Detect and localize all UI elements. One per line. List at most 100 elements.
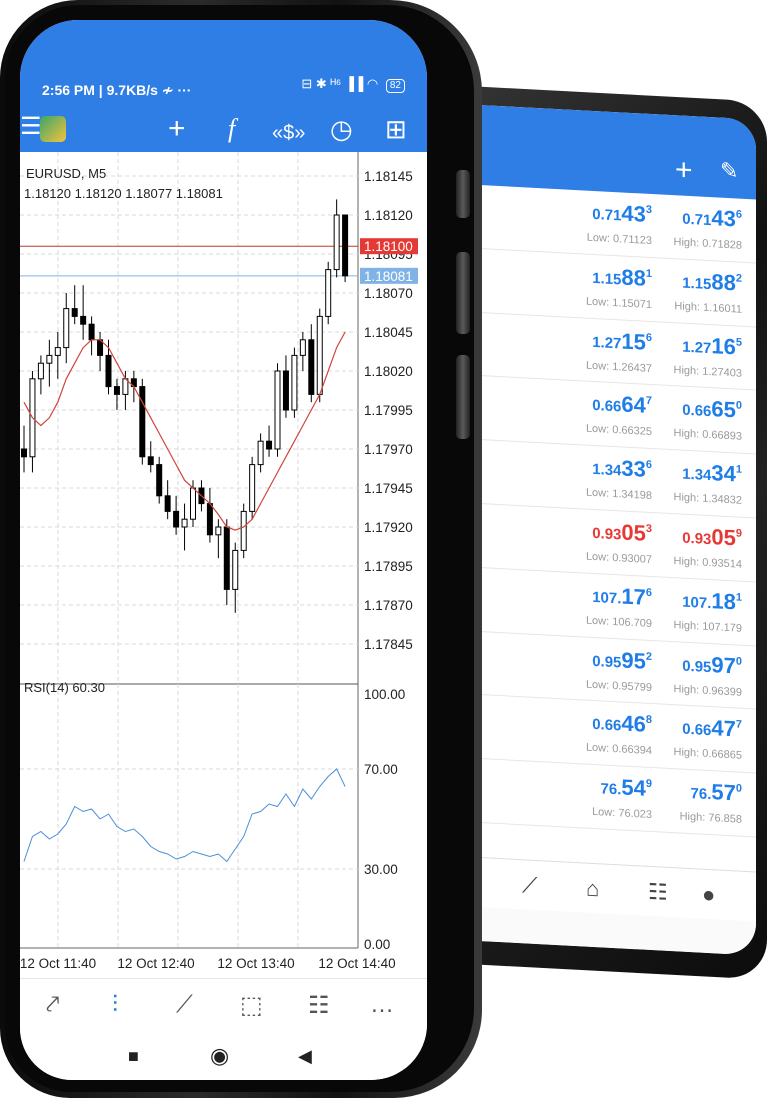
chat-icon[interactable]: ● xyxy=(702,882,715,909)
high-label: High: 1.16011 xyxy=(674,300,742,316)
ask-price-part: 0 xyxy=(735,399,742,413)
bid-price: 0.95952 xyxy=(586,645,652,678)
ask-price-part: 7 xyxy=(735,718,742,732)
ask-price-part: 0 xyxy=(735,655,742,668)
ask-price-part: 57 xyxy=(711,779,736,806)
candle-body xyxy=(299,339,306,356)
bid-cell: 0.66647 Low: 0.66325 xyxy=(586,390,652,440)
rsi-tick-label: 30.00 xyxy=(364,862,398,877)
bid-price-part: 3 xyxy=(645,522,652,536)
crosshair-icon[interactable]: + xyxy=(168,114,186,144)
chat-icon[interactable]: … xyxy=(370,991,394,1019)
y-tick-label: 1.18045 xyxy=(364,325,413,340)
inbox-icon[interactable]: ⌂ xyxy=(586,876,599,903)
bid-cell: 0.93053 Low: 0.93007 xyxy=(586,518,652,568)
ask-price-part: 43 xyxy=(711,205,736,232)
x-tick-label: 12 Oct 11:40 xyxy=(20,956,96,971)
low-label: Low: 106.709 xyxy=(585,614,652,630)
candle-body xyxy=(113,386,120,395)
ask-price-part: 18 xyxy=(711,587,736,615)
high-label: High: 107.179 xyxy=(673,618,743,635)
bid-price-part: 0.93 xyxy=(592,524,622,544)
ask-price-part: 88 xyxy=(711,268,736,296)
bid-price: 1.34336 xyxy=(586,454,652,487)
x-tick-label: 12 Oct 12:40 xyxy=(117,956,194,971)
menu-icon[interactable]: ☰ xyxy=(20,112,42,142)
ask-cell: 0.71436 High: 0.71828 xyxy=(674,203,743,254)
ask-price-part: 9 xyxy=(735,527,742,540)
recent-apps-icon[interactable]: ■ xyxy=(128,1046,139,1067)
bid-price-part: 43 xyxy=(621,200,646,227)
ask-price-part: 5 xyxy=(735,336,742,349)
low-label: Low: 0.93007 xyxy=(585,550,652,567)
candle-body xyxy=(190,487,196,520)
news-icon[interactable]: ☷ xyxy=(308,991,330,1020)
candle-body xyxy=(46,354,53,364)
candle-body xyxy=(291,354,298,411)
bid-price: 76.549 xyxy=(592,773,652,806)
trade-icon[interactable]: «$» xyxy=(272,118,305,148)
clock-icon[interactable]: ◷ xyxy=(330,114,353,144)
bid-cell: 1.27156 Low: 1.26437 xyxy=(586,326,652,376)
ask-price: 0.95970 xyxy=(674,650,742,684)
bid-price: 0.66647 xyxy=(586,390,652,423)
bid-cell: 76.549 Low: 76.023 xyxy=(592,773,652,823)
bid-price-part: 88 xyxy=(621,264,646,291)
ask-cell: 107.181 High: 107.179 xyxy=(674,586,743,637)
bid-price-part: 6 xyxy=(645,331,652,344)
chart-area[interactable]: 1.18145 1.18120 1.18095 1.18070 1.18045 1.180… xyxy=(20,152,427,982)
ask-price: 107.181 xyxy=(674,586,742,620)
status-bar: 2:56 PM | 9.7KB/s ≁ ··· ⊟ ✱ ᴴ⁶ ▐▐ ◠ 82 xyxy=(20,20,427,110)
rsi-tick-label: 70.00 xyxy=(364,762,398,777)
bid-price: 1.15881 xyxy=(586,262,652,295)
high-label: High: 0.66893 xyxy=(673,427,743,444)
high-label: High: 1.27403 xyxy=(673,363,743,380)
news-icon[interactable]: ☷ xyxy=(648,879,668,906)
trade-icon[interactable]: ⟋ xyxy=(522,872,537,899)
trade-icon[interactable]: ⟋ xyxy=(176,991,193,1019)
quote-row[interactable]: 76.549 Low: 76.023 76.570 High: 76.858 xyxy=(470,758,756,838)
ask-cell: 1.15882 High: 1.16011 xyxy=(674,267,742,318)
price-chart[interactable]: 1.181451.181201.180951.180701.180451.180… xyxy=(20,152,427,982)
ask-price-part: 1 xyxy=(735,591,742,604)
back-phone-screen: + ✎ 0.71433 Low: 0.71123 0.71436 High: 0.71… xyxy=(470,104,756,956)
candle-body xyxy=(215,526,222,536)
ask-price: 0.66477 xyxy=(674,714,742,748)
ask-cell: 0.66477 High: 0.66865 xyxy=(674,714,743,765)
plus-icon[interactable]: + xyxy=(675,153,693,187)
ask-cell: 76.570 High: 76.858 xyxy=(680,778,742,828)
bid-price-part: 54 xyxy=(621,774,646,801)
low-label: Low: 0.71123 xyxy=(586,231,652,248)
candle-body xyxy=(266,440,273,450)
ask-price: 0.93059 xyxy=(674,522,742,556)
quotes-icon[interactable]: ⤤ xyxy=(46,991,60,1019)
bid-cell: 107.176 Low: 106.709 xyxy=(586,581,652,631)
history-icon[interactable]: ⬚ xyxy=(240,991,263,1020)
side-button-top xyxy=(456,170,470,218)
battery-icon: 82 xyxy=(385,79,405,93)
rsi-line xyxy=(23,768,346,863)
back-icon[interactable]: ◀ xyxy=(298,1046,312,1067)
ask-cell: 1.27165 High: 1.27403 xyxy=(674,331,743,382)
pencil-icon[interactable]: ✎ xyxy=(720,158,738,184)
high-label: High: 0.71828 xyxy=(673,236,743,252)
candle-body xyxy=(249,464,256,512)
y-tick-label: 1.17845 xyxy=(364,637,413,652)
add-document-icon[interactable]: ⊞ xyxy=(385,114,407,144)
ask-price-label: 1.18081 xyxy=(364,269,413,284)
low-label: Low: 0.66325 xyxy=(585,422,652,439)
candle-body xyxy=(164,495,171,512)
ask-price: 0.66650 xyxy=(674,395,742,429)
app-logo xyxy=(40,116,66,142)
ask-price-part: 65 xyxy=(711,396,736,423)
status-icons: ⊟ ✱ ᴴ⁶ ▐▐ ◠ 82 xyxy=(301,76,405,93)
candle-body xyxy=(173,510,180,528)
home-icon[interactable]: ◉ xyxy=(210,1043,229,1069)
bid-cell: 1.15881 Low: 1.15071 xyxy=(586,262,652,312)
ask-price-part: 0.95 xyxy=(682,657,712,676)
bottom-nav: ⤤ ⫶ ⟋ ⬚ ☷ … xyxy=(20,978,427,1034)
chart-icon[interactable]: ⫶ xyxy=(112,991,118,1019)
high-label: High: 76.858 xyxy=(679,810,742,826)
function-icon[interactable]: f xyxy=(228,114,235,144)
ask-price-part: 05 xyxy=(711,524,736,551)
